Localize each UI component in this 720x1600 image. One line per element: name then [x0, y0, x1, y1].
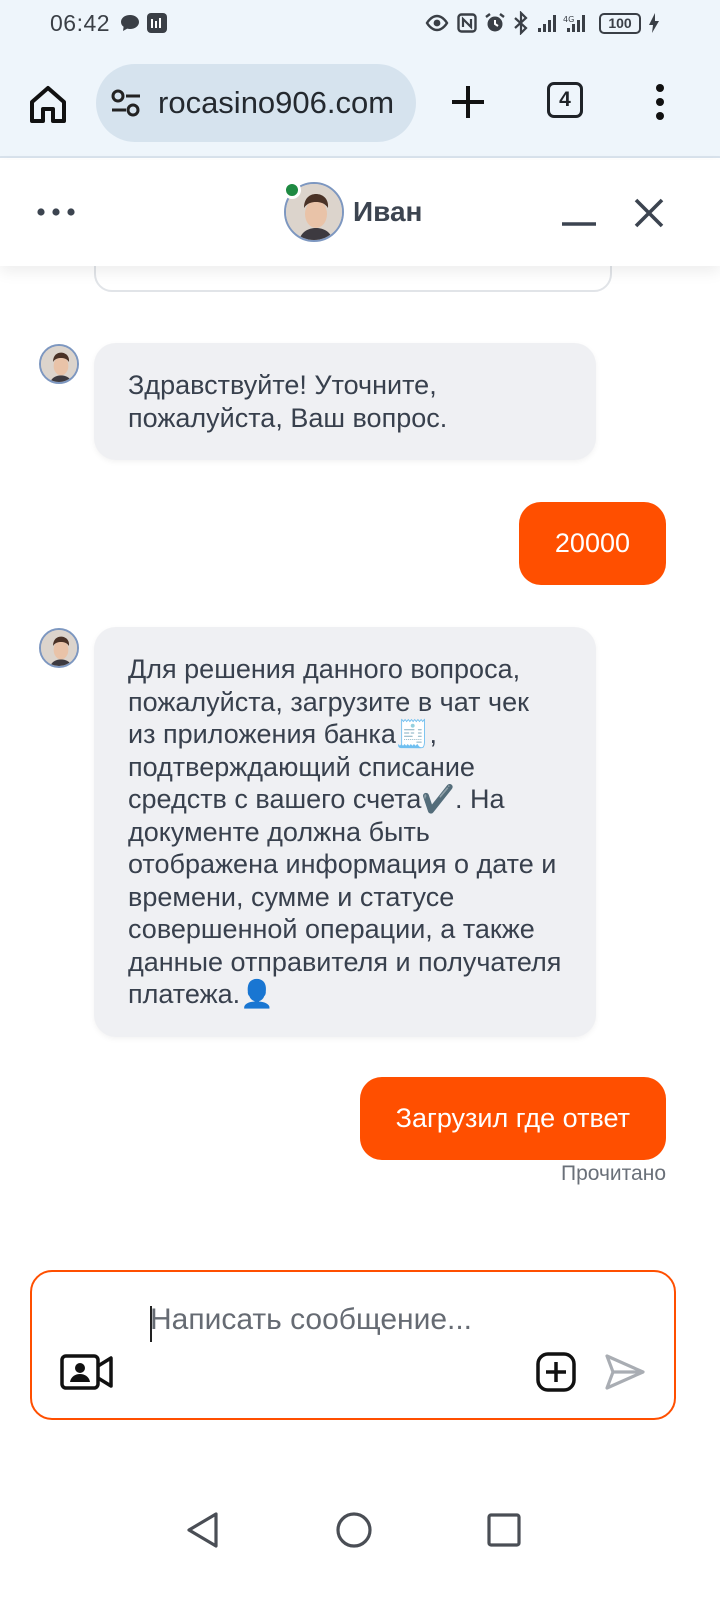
attach-file-button[interactable]	[536, 1352, 576, 1392]
person-photo-icon	[41, 346, 77, 382]
agent-message-avatar	[39, 344, 79, 384]
home-circle-icon	[336, 1512, 372, 1548]
back-button[interactable]	[184, 1510, 220, 1550]
url-text[interactable]: rocasino906.com	[158, 85, 394, 121]
eye-icon	[425, 14, 449, 32]
status-time: 06:42	[50, 10, 111, 36]
home-icon	[30, 86, 66, 123]
battery-indicator: 100	[599, 12, 641, 34]
agent-message-avatar	[39, 628, 79, 668]
signal-icon: 4G	[538, 15, 585, 32]
alarm-icon	[485, 13, 505, 32]
user-message-bubble: Загрузил где ответ	[359, 1077, 666, 1160]
read-receipt: Прочитано	[561, 1162, 666, 1185]
svg-text:4G: 4G	[563, 15, 574, 24]
agent-message-bubble: Здравствуйте! Уточните, пожалуйста, Ваш …	[94, 343, 596, 460]
home-nav-button[interactable]	[334, 1510, 374, 1550]
status-bar: 06:42 4G 100	[0, 0, 720, 48]
tune-icon	[111, 89, 140, 117]
send-icon	[605, 1354, 645, 1390]
charging-icon	[649, 13, 659, 33]
send-button[interactable]	[604, 1352, 646, 1392]
browser-toolbar: rocasino906.com 4	[0, 48, 720, 158]
more-vertical-icon	[656, 84, 664, 120]
add-attachment-icon	[536, 1352, 576, 1392]
chat-bubble-icon	[121, 15, 139, 31]
nfc-icon	[457, 13, 477, 33]
video-call-button[interactable]	[60, 1352, 114, 1392]
back-triangle-icon	[187, 1512, 218, 1548]
recent-apps-button[interactable]	[486, 1512, 522, 1548]
system-navigation-bar	[0, 1480, 720, 1600]
address-bar[interactable]: rocasino906.com	[96, 64, 416, 142]
chat-options-button[interactable]	[34, 200, 80, 224]
agent-name: Иван	[353, 196, 423, 227]
agent-message-bubble: Для решения данного вопроса, пожалуйста,…	[94, 627, 596, 1037]
bluetooth-icon	[514, 11, 528, 35]
message-input[interactable]: Написать сообщение...	[150, 1296, 520, 1343]
more-horizontal-icon	[37, 208, 75, 216]
minimize-icon	[562, 222, 596, 226]
message-list[interactable]: Здравствуйте! Уточните, пожалуйста, Ваш …	[0, 236, 720, 1256]
online-status-indicator	[283, 181, 301, 199]
minimize-chat-button[interactable]	[560, 202, 598, 228]
recent-apps-icon	[487, 1513, 521, 1547]
status-notification-icons	[120, 12, 168, 34]
home-button[interactable]	[24, 80, 72, 128]
new-tab-button[interactable]	[446, 80, 490, 124]
close-chat-button[interactable]	[632, 196, 666, 230]
site-settings-button[interactable]	[110, 88, 142, 118]
chat-header: Иван	[0, 160, 720, 266]
video-camera-icon	[60, 1354, 113, 1390]
browser-menu-button[interactable]	[648, 80, 672, 124]
message-composer: Написать сообщение...	[30, 1270, 676, 1420]
plus-icon	[452, 86, 484, 118]
user-message-bubble: 20000	[518, 502, 666, 585]
status-system-icons: 4G 100	[424, 11, 660, 35]
close-icon	[634, 198, 664, 228]
person-photo-icon	[41, 630, 77, 666]
app-notification-icon	[147, 13, 167, 33]
tab-switcher-button[interactable]: 4	[547, 82, 583, 118]
